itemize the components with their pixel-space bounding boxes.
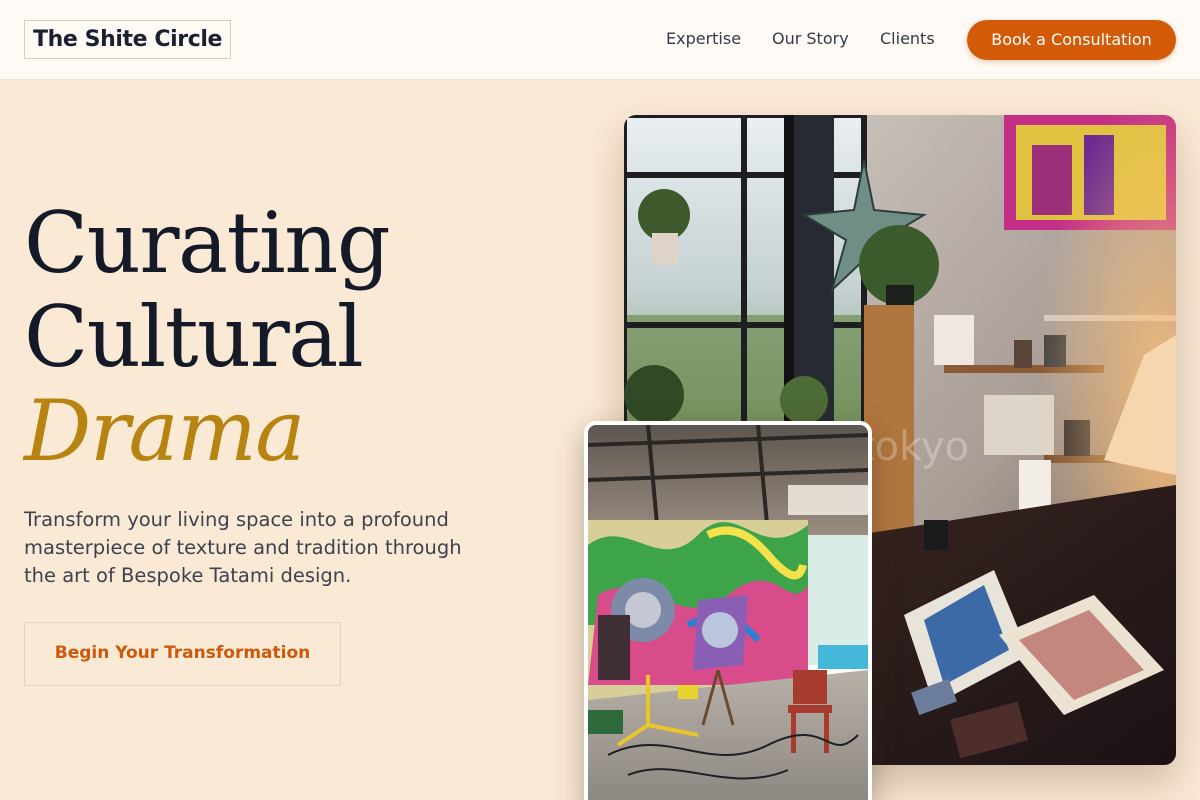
nav-link-clients[interactable]: Clients xyxy=(880,28,935,50)
image-watermark: tokyo xyxy=(859,424,969,470)
site-header: The Shite Circle Expertise Our Story Cli… xyxy=(0,0,1200,80)
nav-link-our-story[interactable]: Our Story xyxy=(772,28,849,50)
hero-subtitle: Transform your living space into a profo… xyxy=(24,508,462,587)
hero-title-line-2: Cultural xyxy=(24,288,364,386)
hero-title-line-1: Curating xyxy=(24,194,391,292)
book-consultation-button[interactable]: Book a Consultation xyxy=(967,20,1176,60)
graffiti-studio-photo xyxy=(584,421,872,800)
begin-transformation-button[interactable]: Begin Your Transformation xyxy=(24,622,341,686)
brand-logo[interactable]: The Shite Circle xyxy=(24,20,232,59)
hero-title-accent: Drama xyxy=(24,382,305,480)
hero-title: Curating Cultural Drama xyxy=(24,194,391,480)
nav-link-expertise[interactable]: Expertise xyxy=(666,28,741,50)
